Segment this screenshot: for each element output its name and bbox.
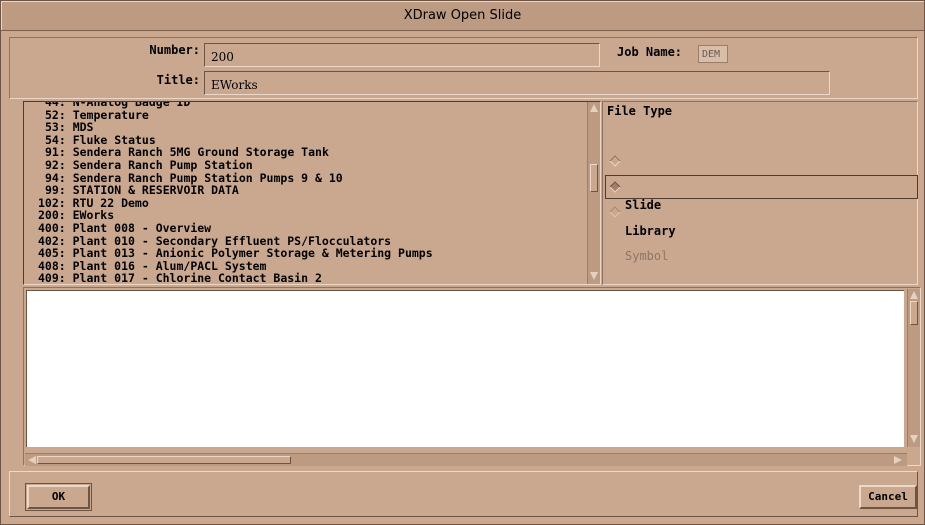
button-bar bbox=[9, 471, 918, 517]
list-item[interactable]: 99: STATION & RESERVOIR DATA bbox=[28, 184, 588, 197]
desc-scroll-right-icon[interactable] bbox=[894, 456, 902, 464]
slide-list[interactable]: 44: N-Analog Badge ID 52: Temperature 53: … bbox=[23, 101, 601, 285]
desc-scroll-left-icon[interactable] bbox=[28, 456, 36, 464]
list-item[interactable]: 409: Plant 017 - Chlorine Contact Basin … bbox=[28, 272, 588, 284]
job-name-label: Job Name: bbox=[617, 45, 683, 59]
radio-slide-indicator-icon bbox=[609, 155, 621, 167]
radio-library[interactable]: Library bbox=[605, 175, 918, 238]
ok-button[interactable]: OK bbox=[27, 485, 90, 509]
description-textarea[interactable] bbox=[26, 290, 904, 447]
description-vscroll-thumb[interactable] bbox=[910, 301, 918, 325]
scroll-down-icon[interactable] bbox=[590, 272, 598, 280]
title-label: Title: bbox=[156, 73, 200, 87]
cancel-button[interactable]: Cancel bbox=[859, 485, 917, 509]
number-label: Number: bbox=[149, 43, 200, 57]
slide-list-scroll-thumb[interactable] bbox=[590, 164, 598, 192]
description-hscroll-thumb[interactable] bbox=[37, 456, 291, 464]
file-type-label: File Type bbox=[607, 104, 673, 118]
title-field[interactable]: EWorks bbox=[204, 71, 830, 95]
list-item[interactable]: 52: Temperature bbox=[28, 108, 588, 122]
radio-symbol-indicator-icon bbox=[609, 206, 621, 218]
number-field[interactable]: 200 bbox=[204, 43, 600, 67]
desc-scroll-down-icon[interactable] bbox=[910, 435, 918, 443]
scroll-up-icon[interactable] bbox=[590, 104, 598, 112]
window-title: XDraw Open Slide bbox=[1, 1, 924, 31]
description-hscrollbar[interactable] bbox=[25, 453, 907, 466]
list-item[interactable]: 92: Sendera Ranch Pump Station bbox=[28, 159, 588, 172]
job-name-field[interactable]: DEM bbox=[698, 45, 728, 63]
desc-scroll-up-icon[interactable] bbox=[910, 291, 918, 299]
slide-list-scrollbar[interactable] bbox=[587, 102, 600, 284]
radio-symbol: Symbol bbox=[608, 201, 908, 263]
radio-library-indicator-icon bbox=[609, 181, 621, 193]
description-vscrollbar[interactable] bbox=[907, 289, 920, 447]
open-slide-dialog: XDraw Open Slide Number: 200 Job Name: D… bbox=[0, 0, 925, 525]
radio-slide[interactable]: Slide bbox=[608, 150, 908, 212]
radio-symbol-label: Symbol bbox=[625, 249, 669, 263]
slide-list-items: 44: N-Analog Badge ID 52: Temperature 53: … bbox=[28, 102, 588, 284]
list-item[interactable]: 405: Plant 013 - Anionic Polymer Storage… bbox=[28, 247, 588, 260]
list-item[interactable]: 400: Plant 008 - Overview bbox=[28, 222, 588, 235]
list-item[interactable]: 53: MDS bbox=[28, 121, 588, 134]
